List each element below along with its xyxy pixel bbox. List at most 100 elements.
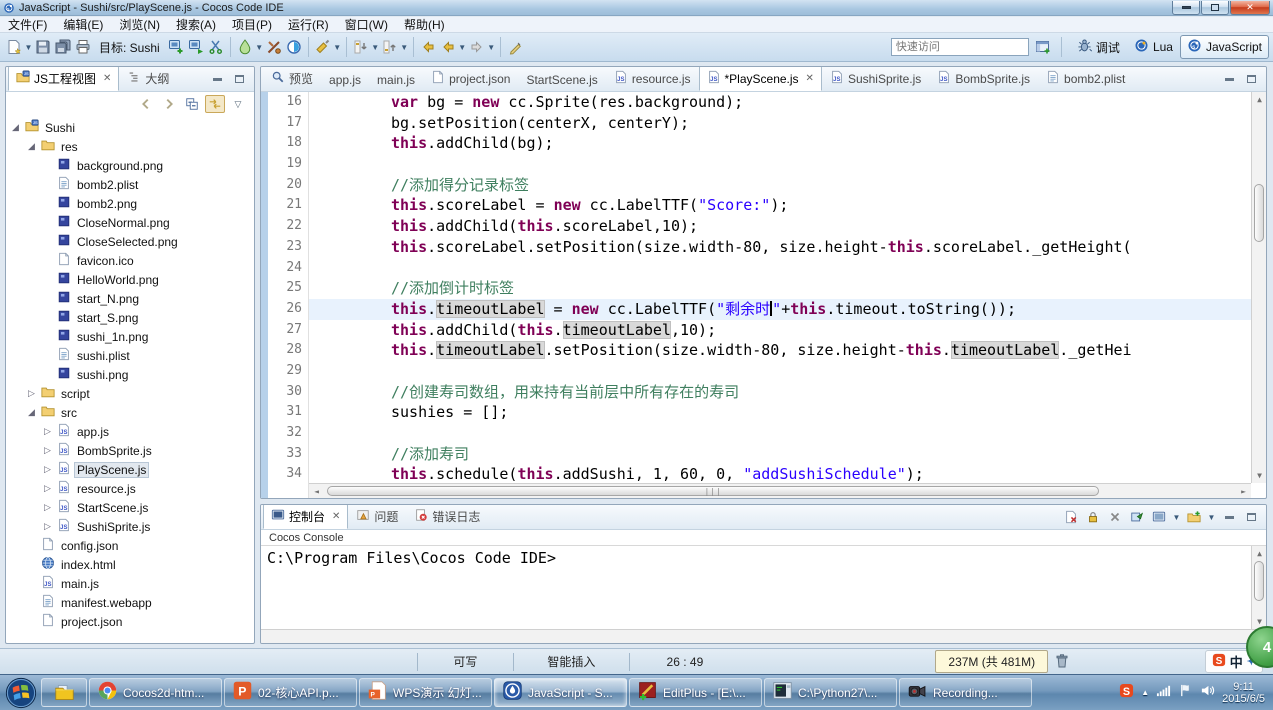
minimize-console-icon[interactable] [1220, 509, 1238, 525]
forward-gray-icon[interactable] [159, 95, 179, 113]
code-line-33[interactable]: //添加寿司 [309, 444, 1251, 465]
console-output[interactable]: C:\Program Files\Cocos Code IDE> ▲ ▼ [261, 546, 1266, 629]
code-line-29[interactable] [309, 361, 1251, 382]
open-perspective-icon[interactable] [1033, 36, 1053, 58]
console-tab-问题[interactable]: 问题 [348, 504, 406, 529]
taskbar-button-chrome[interactable]: Cocos2d-htm... [89, 678, 222, 707]
editor-tab-resource-js[interactable]: JSresource.js [606, 66, 699, 91]
tray-sogou-icon[interactable]: S [1119, 683, 1134, 703]
code-line-26[interactable]: this.timeoutLabel = new cc.LabelTTF("剩余时… [309, 299, 1251, 320]
last-edit-icon[interactable] [505, 36, 525, 58]
tree-item-manifest-webapp[interactable]: manifest.webapp [6, 593, 254, 612]
console-tab-错误日志[interactable]: 错误日志 [406, 504, 488, 529]
scroll-lock-icon[interactable] [1084, 509, 1102, 525]
tree-item-main-js[interactable]: JSmain.js [6, 574, 254, 593]
close-button[interactable]: ✕ [1230, 1, 1270, 15]
volume-icon[interactable] [1200, 683, 1215, 703]
code-line-25[interactable]: //添加倒计时标签 [309, 278, 1251, 299]
link-editor-icon[interactable] [205, 95, 225, 113]
tree-item-closeselected-png[interactable]: CloseSelected.png [6, 232, 254, 251]
start-button[interactable] [2, 676, 40, 710]
pin-console-icon[interactable] [1128, 509, 1146, 525]
annotation-next-dropdown-icon[interactable]: ▼ [371, 43, 380, 52]
tree-item-start-s-png[interactable]: start_S.png [6, 308, 254, 327]
menu-item-窗口-w[interactable]: 窗口(W) [337, 17, 396, 32]
tree-item-sushi-png[interactable]: sushi.png [6, 365, 254, 384]
annotation-prev-dropdown-icon[interactable]: ▼ [400, 43, 409, 52]
back-nav2-dropdown-icon[interactable]: ▼ [458, 43, 467, 52]
tree-item-playscene-js[interactable]: ▷JSPlayScene.js [6, 460, 254, 479]
console-vertical-scrollbar[interactable]: ▲ ▼ [1251, 546, 1266, 629]
code-line-30[interactable]: //创建寿司数组，用来持有当前层中所有存在的寿司 [309, 382, 1251, 403]
editor-tab-app-js[interactable]: app.js [321, 68, 369, 91]
view-tab-js工程视图[interactable]: JSJS工程视图✕ [8, 66, 119, 91]
tree-item-favicon-ico[interactable]: favicon.ico [6, 251, 254, 270]
console-tab-控制台[interactable]: 控制台✕ [263, 504, 348, 529]
taskbar-explorer-button[interactable] [41, 678, 87, 707]
taskbar-button-editplus[interactable]: EditPlus - [E:\... [629, 678, 762, 707]
save-icon[interactable] [33, 36, 53, 58]
tree-item-sushi-plist[interactable]: sushi.plist [6, 346, 254, 365]
tree-item-sushi-1n-png[interactable]: sushi_1n.png [6, 327, 254, 346]
forward-nav-dropdown-icon[interactable]: ▼ [487, 43, 496, 52]
tree-item-bombsprite-js[interactable]: ▷JSBombSprite.js [6, 441, 254, 460]
code-line-32[interactable] [309, 423, 1251, 444]
scroll-up-arrow[interactable]: ▲ [1252, 92, 1266, 107]
code-lines[interactable]: var bg = new cc.Sprite(res.background);b… [309, 92, 1266, 498]
view-menu-icon[interactable]: ▽ [228, 95, 248, 113]
display-console-icon[interactable] [1150, 509, 1168, 525]
cut-green-icon[interactable] [206, 36, 226, 58]
menu-item-浏览-n[interactable]: 浏览(N) [111, 17, 168, 32]
horizontal-scroll-thumb[interactable]: ||| [327, 486, 1099, 496]
menu-item-搜索-a[interactable]: 搜索(A) [168, 17, 224, 32]
taskbar-button-cocos-ide[interactable]: JavaScript - S... [494, 678, 627, 707]
scroll-left-arrow[interactable]: ◄ [309, 484, 324, 498]
run-browser-icon[interactable] [284, 36, 304, 58]
expand-arrow-icon[interactable]: ▷ [42, 464, 53, 475]
collapse-all-icon[interactable] [182, 95, 202, 113]
collapse-arrow-icon[interactable]: ◢ [10, 122, 21, 133]
vertical-scroll-thumb[interactable] [1254, 184, 1264, 242]
view-tab-大纲[interactable]: 大纲 [119, 66, 177, 91]
tree-item-index-html[interactable]: index.html [6, 555, 254, 574]
external-tools-icon[interactable] [264, 36, 284, 58]
tree-item-bomb2-png[interactable]: bomb2.png [6, 194, 254, 213]
quick-access-input[interactable] [891, 38, 1029, 56]
collapse-arrow-icon[interactable]: ◢ [26, 407, 37, 418]
remove-console-icon[interactable] [1106, 509, 1124, 525]
minimize-button[interactable] [1172, 1, 1200, 15]
console-scroll-thumb[interactable] [1254, 561, 1264, 601]
minimize-editor-icon[interactable] [1220, 71, 1238, 87]
network-signal-icon[interactable] [1156, 683, 1171, 703]
code-line-20[interactable]: //添加得分记录标签 [309, 175, 1251, 196]
code-line-19[interactable] [309, 154, 1251, 175]
expand-arrow-icon[interactable]: ▷ [42, 426, 53, 437]
sogou-icon[interactable]: S [1212, 653, 1226, 670]
coverage-icon[interactable] [235, 36, 255, 58]
flashlight-icon[interactable] [313, 36, 333, 58]
code-line-31[interactable]: sushies = []; [309, 402, 1251, 423]
tree-item-background-png[interactable]: background.png [6, 156, 254, 175]
open-console-icon[interactable] [1185, 509, 1203, 525]
code-line-28[interactable]: this.timeoutLabel.setPosition(size.width… [309, 340, 1251, 361]
tree-item-sushisprite-js[interactable]: ▷JSSushiSprite.js [6, 517, 254, 536]
menu-item-帮助-h[interactable]: 帮助(H) [396, 17, 453, 32]
tree-item-app-js[interactable]: ▷JSapp.js [6, 422, 254, 441]
taskbar-button-wps[interactable]: PWPS演示 幻灯... [359, 678, 492, 707]
back-gray-icon[interactable] [136, 95, 156, 113]
code-line-34[interactable]: this.schedule(this.addSushi, 1, 60, 0, "… [309, 464, 1251, 485]
save-all-icon[interactable] [53, 36, 73, 58]
editor-tab-bombsprite-js[interactable]: JSBombSprite.js [929, 66, 1038, 91]
tree-item-sushi[interactable]: ◢JSSushi [6, 118, 254, 137]
expand-arrow-icon[interactable]: ▷ [42, 502, 53, 513]
editor-tab-sushisprite-js[interactable]: JSSushiSprite.js [822, 66, 929, 91]
code-editor[interactable]: 16171819202122232425262728293031323334 v… [261, 92, 1266, 498]
code-line-17[interactable]: bg.setPosition(centerX, centerY); [309, 113, 1251, 134]
tree-item-script[interactable]: ▷script [6, 384, 254, 403]
menu-item-项目-p[interactable]: 项目(P) [224, 17, 280, 32]
new-wizard-dropdown-icon[interactable]: ▼ [24, 43, 33, 52]
scroll-down-arrow[interactable]: ▼ [1252, 468, 1266, 483]
maximize-console-icon[interactable] [1242, 509, 1260, 525]
code-line-18[interactable]: this.addChild(bg); [309, 133, 1251, 154]
tree-item-res[interactable]: ◢res [6, 137, 254, 156]
